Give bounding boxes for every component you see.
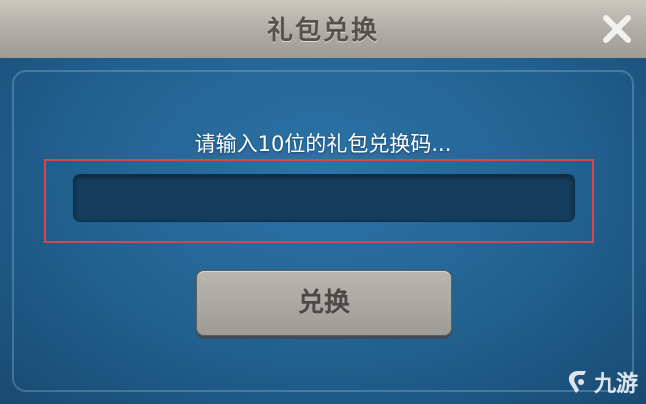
gift-code-dialog: 礼包兑换 请输入10位的礼包兑换码... 兑换 九游 — [0, 0, 646, 404]
watermark-text: 九游 — [593, 372, 638, 397]
close-button[interactable] — [600, 12, 634, 46]
close-icon — [603, 15, 631, 43]
jiuyou-watermark: 九游 — [564, 366, 638, 398]
redeem-button[interactable]: 兑换 — [196, 270, 452, 336]
dialog-panel: 请输入10位的礼包兑换码... 兑换 九游 — [0, 58, 646, 404]
dialog-title: 礼包兑换 — [266, 16, 379, 46]
code-prompt: 请输入10位的礼包兑换码... — [194, 132, 452, 156]
dialog-titlebar: 礼包兑换 — [0, 0, 646, 60]
gift-code-input[interactable] — [73, 174, 575, 222]
jiuyou-logo-icon — [568, 371, 586, 393]
